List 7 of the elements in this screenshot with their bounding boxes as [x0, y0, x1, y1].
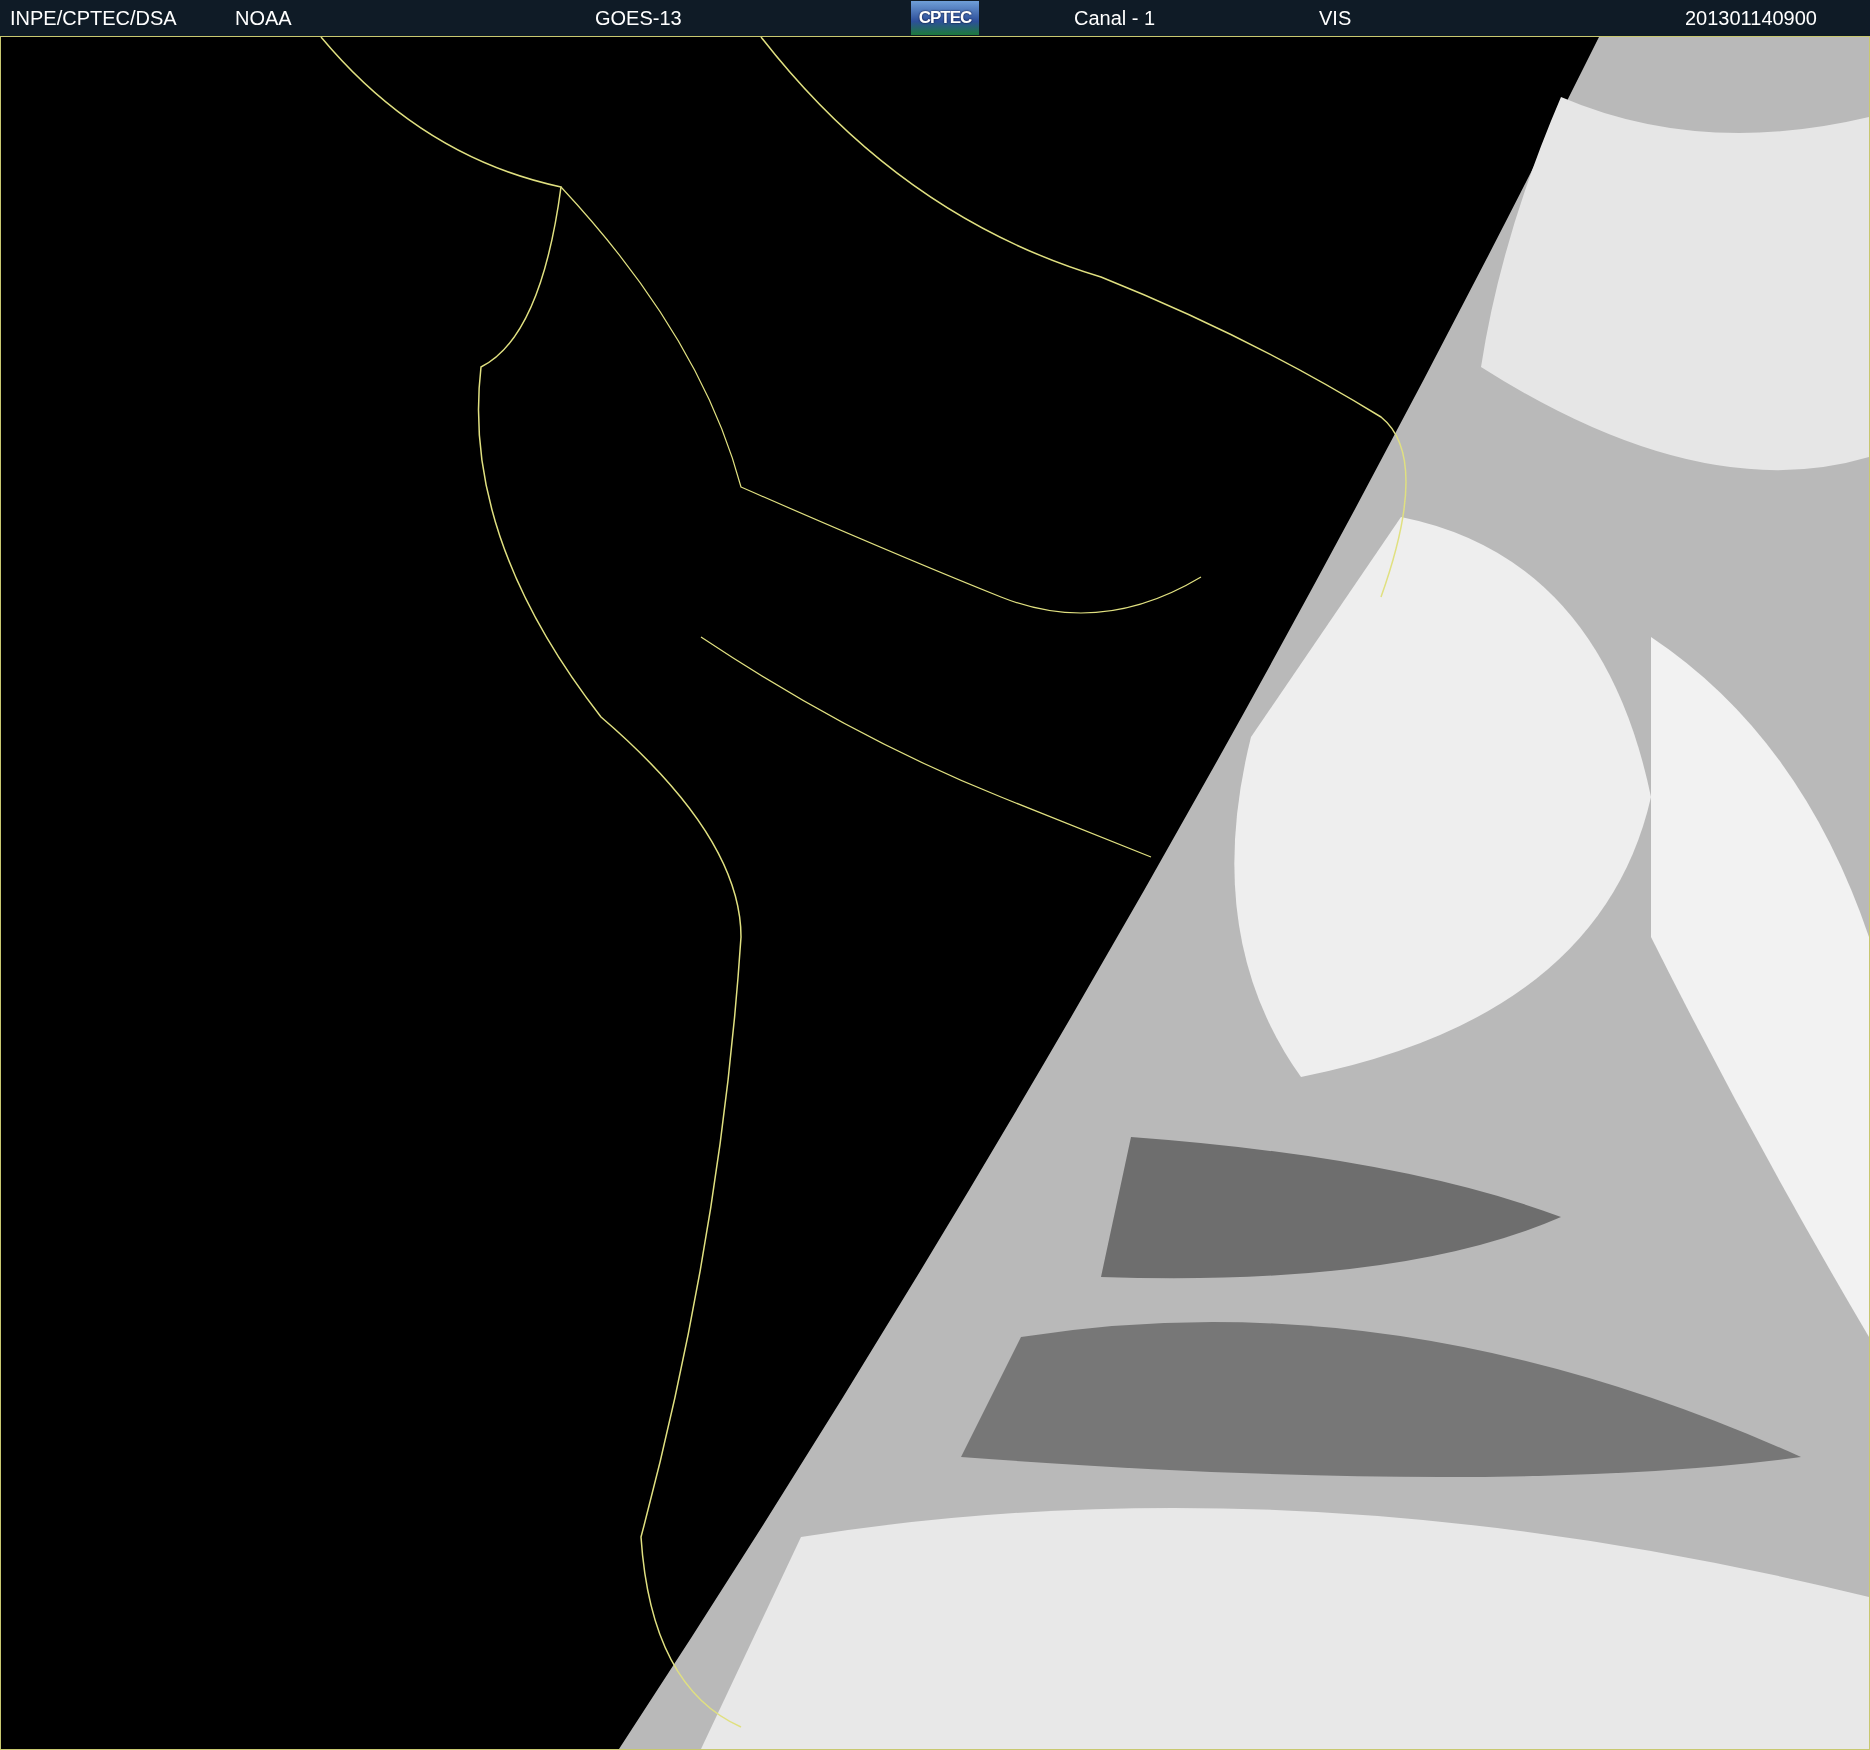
- logo: CPTEC: [911, 1, 979, 35]
- band-label: VIS: [1319, 6, 1353, 30]
- agency-label: NOAA: [235, 6, 293, 30]
- timestamp-label: 201301140900: [1685, 6, 1818, 30]
- channel-label: Canal - 1: [1074, 6, 1157, 30]
- satellite-label: GOES-13: [595, 6, 683, 30]
- source-label: INPE/CPTEC/DSA: [9, 6, 178, 30]
